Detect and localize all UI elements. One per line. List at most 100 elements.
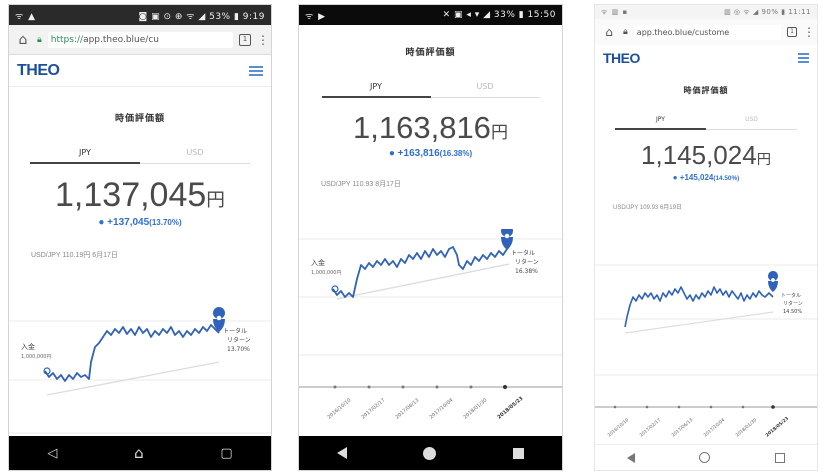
- dot-icon: ●: [98, 217, 108, 228]
- url-text: app.theo.blue/custome: [636, 27, 730, 37]
- theo-logo[interactable]: THEO: [603, 50, 640, 66]
- tab-switcher-icon[interactable]: 1: [787, 27, 797, 37]
- theo-logo[interactable]: THEO: [17, 62, 60, 80]
- home-icon[interactable]: ⌂: [15, 32, 31, 48]
- end-sublabel: リターン: [227, 336, 251, 344]
- page-title: 時価評価額: [405, 48, 456, 58]
- principal-line: [336, 263, 510, 300]
- valuation-amount: 1,163,816円: [299, 110, 562, 146]
- valuation-amount: 1,137,045円: [9, 176, 271, 215]
- recent-apps-icon[interactable]: [512, 447, 524, 459]
- end-label: トータル: [511, 249, 535, 257]
- x-tick-label: 2018/01/30: [734, 417, 758, 438]
- x-tick-label: 2018/01/30: [462, 397, 488, 420]
- pin-dot: [504, 233, 510, 239]
- currency-tabs: JPY USD: [30, 148, 250, 164]
- url-field[interactable]: app.theo.blue/custome: [633, 24, 781, 40]
- amount-unit: 円: [756, 152, 771, 168]
- end-label: トータル: [781, 292, 801, 299]
- recent-apps-icon[interactable]: [774, 452, 785, 463]
- x-tick-label-current: 2018/05/23: [496, 395, 524, 420]
- url-text: app.theo.blue/cu: [83, 34, 159, 45]
- x-axis-dates: 2016/10/10 2017/02/17 2017/06/13 2017/10…: [326, 385, 525, 421]
- x-tick: [709, 405, 713, 409]
- home-icon[interactable]: ⌂: [601, 25, 617, 39]
- end-return-percent: 14.50%: [783, 309, 802, 315]
- hamburger-menu-icon[interactable]: [249, 65, 263, 76]
- change-value: +145,024: [679, 173, 714, 182]
- x-tick-label: 2016/10/10: [326, 397, 352, 420]
- home-icon[interactable]: [699, 452, 711, 463]
- start-sublabel: 1,000,000円: [21, 354, 51, 360]
- hamburger-menu-icon[interactable]: [798, 53, 809, 63]
- app-header: THEO: [595, 45, 817, 71]
- pin-tail: [768, 281, 778, 292]
- amount-unit: 円: [206, 189, 225, 210]
- change-value: +137,045: [107, 217, 150, 228]
- end-sublabel: リターン: [783, 300, 803, 307]
- x-axis-dates: 2016/10/10 2017/02/17 2017/06/13 2017/10…: [606, 405, 790, 439]
- performance-chart: トータル リターン 14.50% 2016/10/10 2017/02/17 2…: [595, 257, 817, 445]
- x-tick-label: 2017/06/13: [394, 397, 420, 420]
- url-field[interactable]: https://app.theo.blue/cu: [47, 31, 233, 48]
- return-change: ● +137,045(13.70%): [9, 217, 271, 228]
- phone-screenshot-3: ᯤ ▥ ▪ ▥ ◎ ᯤ ◢ 90% ▮ 11:11 ⌂ 🔒︎ app.theo.…: [594, 4, 818, 471]
- exchange-rate: USD/JPY 109.93 6月19日: [613, 205, 682, 211]
- phone-screenshot-1: ᯤ ▲ ◙ ▣ ⊙ ⊕ ᯤ ◢ 53% ▮ 9:19 ⌂ 🔒︎ https://…: [8, 4, 272, 471]
- tab-usd[interactable]: USD: [430, 82, 540, 98]
- end-label: トータル: [223, 327, 247, 335]
- x-tick: [333, 385, 337, 389]
- return-line: [624, 286, 774, 328]
- start-label: 入金: [21, 342, 35, 351]
- dot-icon: ●: [388, 148, 398, 159]
- performance-chart: 入金 1,000,000円 トータル リターン 13.70%: [9, 307, 271, 442]
- dot-icon: ●: [672, 173, 680, 182]
- back-icon[interactable]: [627, 452, 636, 463]
- valuation-amount: 1,145,024円: [595, 140, 817, 171]
- tab-jpy[interactable]: JPY: [321, 82, 431, 98]
- return-change: ● +163,816(16.38%): [299, 148, 562, 159]
- amount-value: 1,163,816: [353, 110, 491, 145]
- page-title: 時価評価額: [114, 114, 165, 124]
- tab-jpy[interactable]: JPY: [30, 148, 140, 164]
- tab-jpy[interactable]: JPY: [615, 116, 706, 130]
- status-bar: ᯤ ▥ ▪ ▥ ◎ ᯤ ◢ 90% ▮ 11:11: [595, 5, 817, 19]
- back-icon[interactable]: ◁: [47, 446, 57, 461]
- x-tick-label-current: 2018/05/23: [764, 416, 790, 439]
- recent-apps-icon[interactable]: ▢: [220, 446, 232, 461]
- change-percent: (13.70%): [149, 218, 182, 227]
- pin-dot: [216, 315, 222, 321]
- lock-icon: 🔒︎: [37, 34, 42, 45]
- phone-screenshot-2: ᯤ ▶ ✕ ▣ ◂ ▾ ◢ 33% ▮ 15:50 時価評価額 JPY USD …: [298, 4, 563, 471]
- back-icon[interactable]: [337, 447, 348, 459]
- android-nav-bar: ◁ ⌂ ▢: [9, 436, 271, 470]
- home-icon[interactable]: [423, 446, 437, 460]
- principal-line: [624, 311, 774, 334]
- tab-switcher-icon[interactable]: 1: [239, 33, 251, 46]
- tab-usd[interactable]: USD: [140, 148, 250, 164]
- x-tick: [741, 405, 745, 409]
- x-tick-label: 2017/06/13: [670, 417, 694, 438]
- start-label: 入金: [311, 258, 325, 267]
- return-line: [44, 324, 220, 382]
- tab-usd[interactable]: USD: [706, 116, 797, 130]
- performance-chart-svg: 入金 1,000,000円 トータル リターン 13.70%: [9, 307, 271, 434]
- lock-icon: 🔒︎: [623, 27, 628, 37]
- android-nav-bar: [595, 444, 817, 470]
- status-bar: ᯤ ▶ ✕ ▣ ◂ ▾ ◢ 33% ▮ 15:50: [299, 5, 562, 25]
- x-tick: [645, 405, 649, 409]
- end-return-percent: 16.38%: [515, 268, 538, 275]
- overflow-menu-icon[interactable]: ⋮: [803, 25, 815, 39]
- status-left-icons: ᯤ ▶: [305, 11, 326, 22]
- x-tick-current: [503, 385, 507, 389]
- x-tick: [613, 405, 617, 409]
- x-tick: [435, 385, 439, 389]
- app-header: THEO: [9, 55, 271, 87]
- x-tick-label: 2017/10/04: [428, 397, 454, 420]
- home-icon[interactable]: ⌂: [134, 444, 144, 462]
- end-sublabel: リターン: [515, 258, 539, 266]
- amount-value: 1,145,024: [641, 140, 757, 170]
- overflow-menu-icon[interactable]: ⋮: [257, 33, 269, 47]
- status-right-icons: ◙ ▣ ⊙ ⊕ ᯤ ◢ 53% ▮ 9:19: [138, 11, 265, 22]
- pin-tail: [501, 237, 513, 250]
